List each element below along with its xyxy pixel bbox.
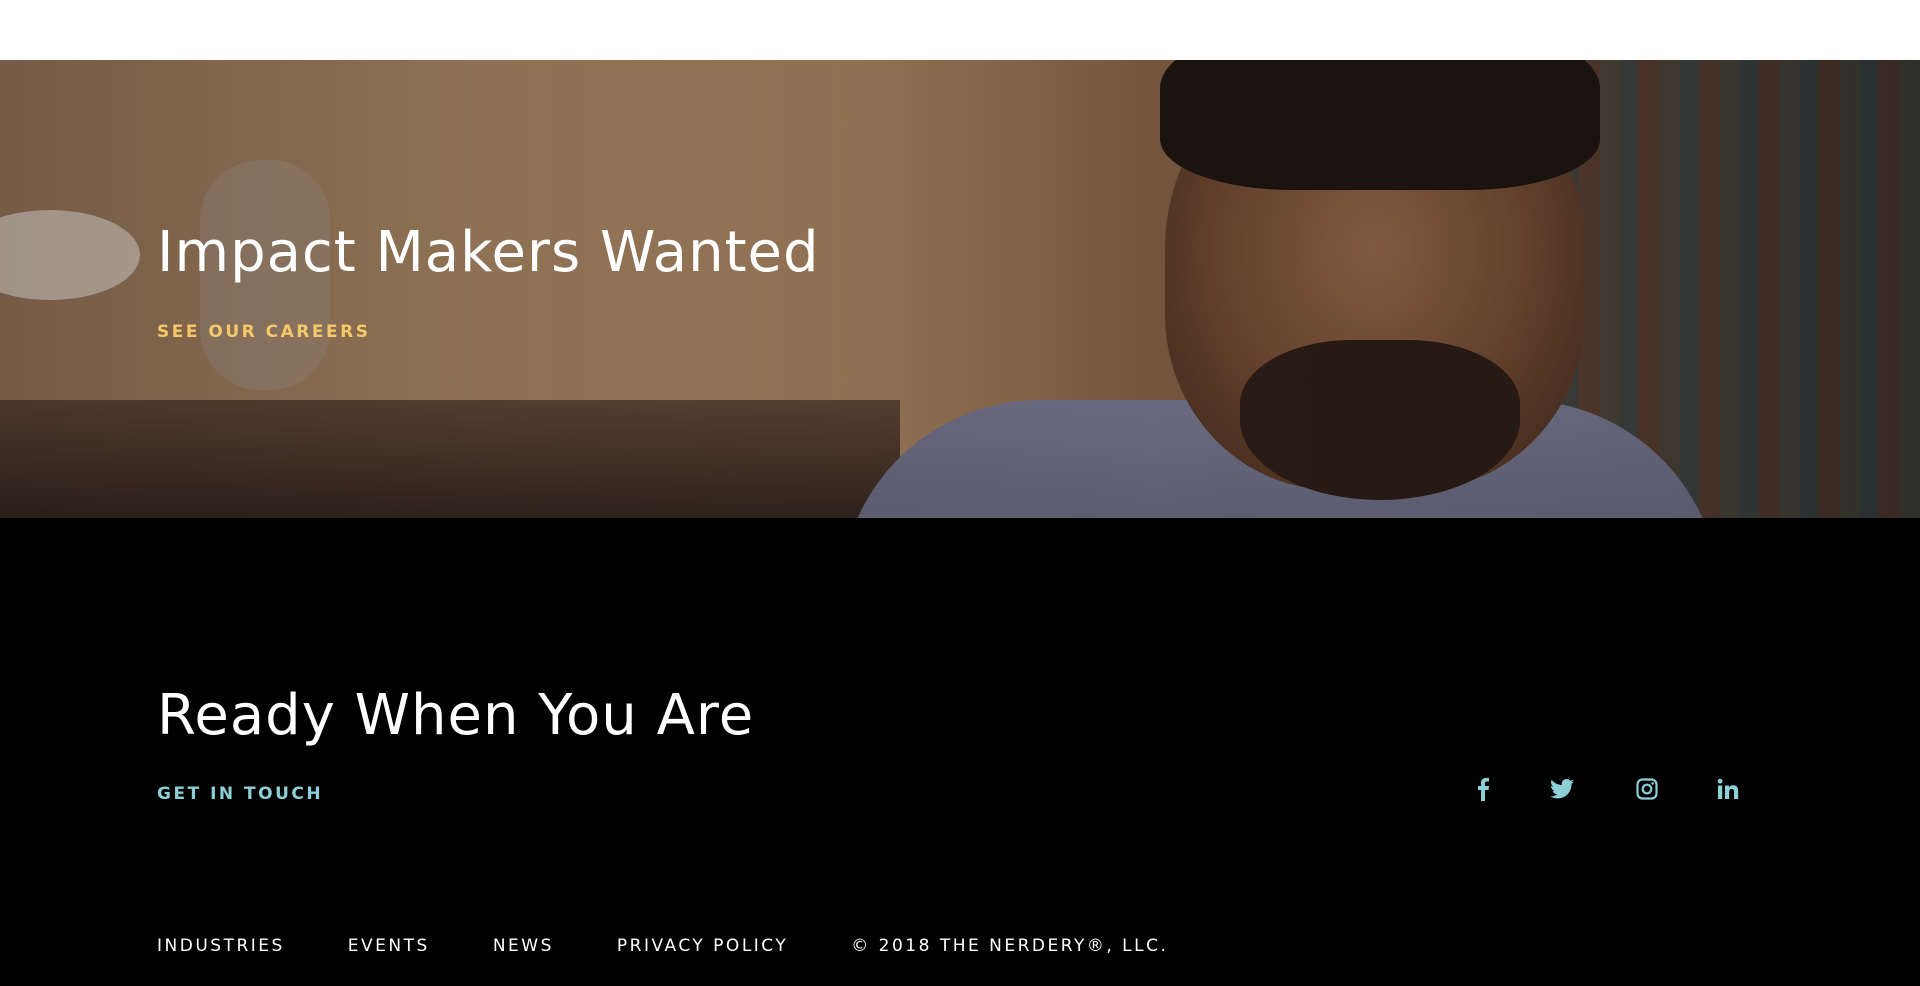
instagram-icon [1636,778,1658,800]
hero-title: Impact Makers Wanted [157,220,820,285]
get-in-touch-link[interactable]: GET IN TOUCH [157,784,323,804]
page: Impact Makers Wanted SEE OUR CAREERS Rea… [0,0,1920,986]
twitter-icon [1550,779,1574,799]
see-our-careers-link[interactable]: SEE OUR CAREERS [157,322,370,342]
linkedin-icon [1717,778,1739,800]
footer-link-industries[interactable]: INDUSTRIES [157,936,285,956]
hero-overlay [0,60,1920,518]
facebook-icon [1476,777,1490,801]
footer-nav: INDUSTRIES EVENTS NEWS PRIVACY POLICY © … [157,936,1168,956]
careers-hero: Impact Makers Wanted SEE OUR CAREERS [0,60,1920,518]
facebook-link[interactable] [1468,774,1498,804]
top-bar [0,0,1920,60]
linkedin-link[interactable] [1713,774,1743,804]
footer-link-events[interactable]: EVENTS [348,936,430,956]
footer-title: Ready When You Are [157,683,755,748]
twitter-link[interactable] [1547,774,1577,804]
instagram-link[interactable] [1632,774,1662,804]
copyright-text: © 2018 THE NERDERY®, LLC. [851,936,1169,956]
footer: Ready When You Are GET IN TOUCH INDUSTRI… [0,518,1920,986]
footer-link-privacy-policy[interactable]: PRIVACY POLICY [617,936,788,956]
footer-link-news[interactable]: NEWS [493,936,554,956]
